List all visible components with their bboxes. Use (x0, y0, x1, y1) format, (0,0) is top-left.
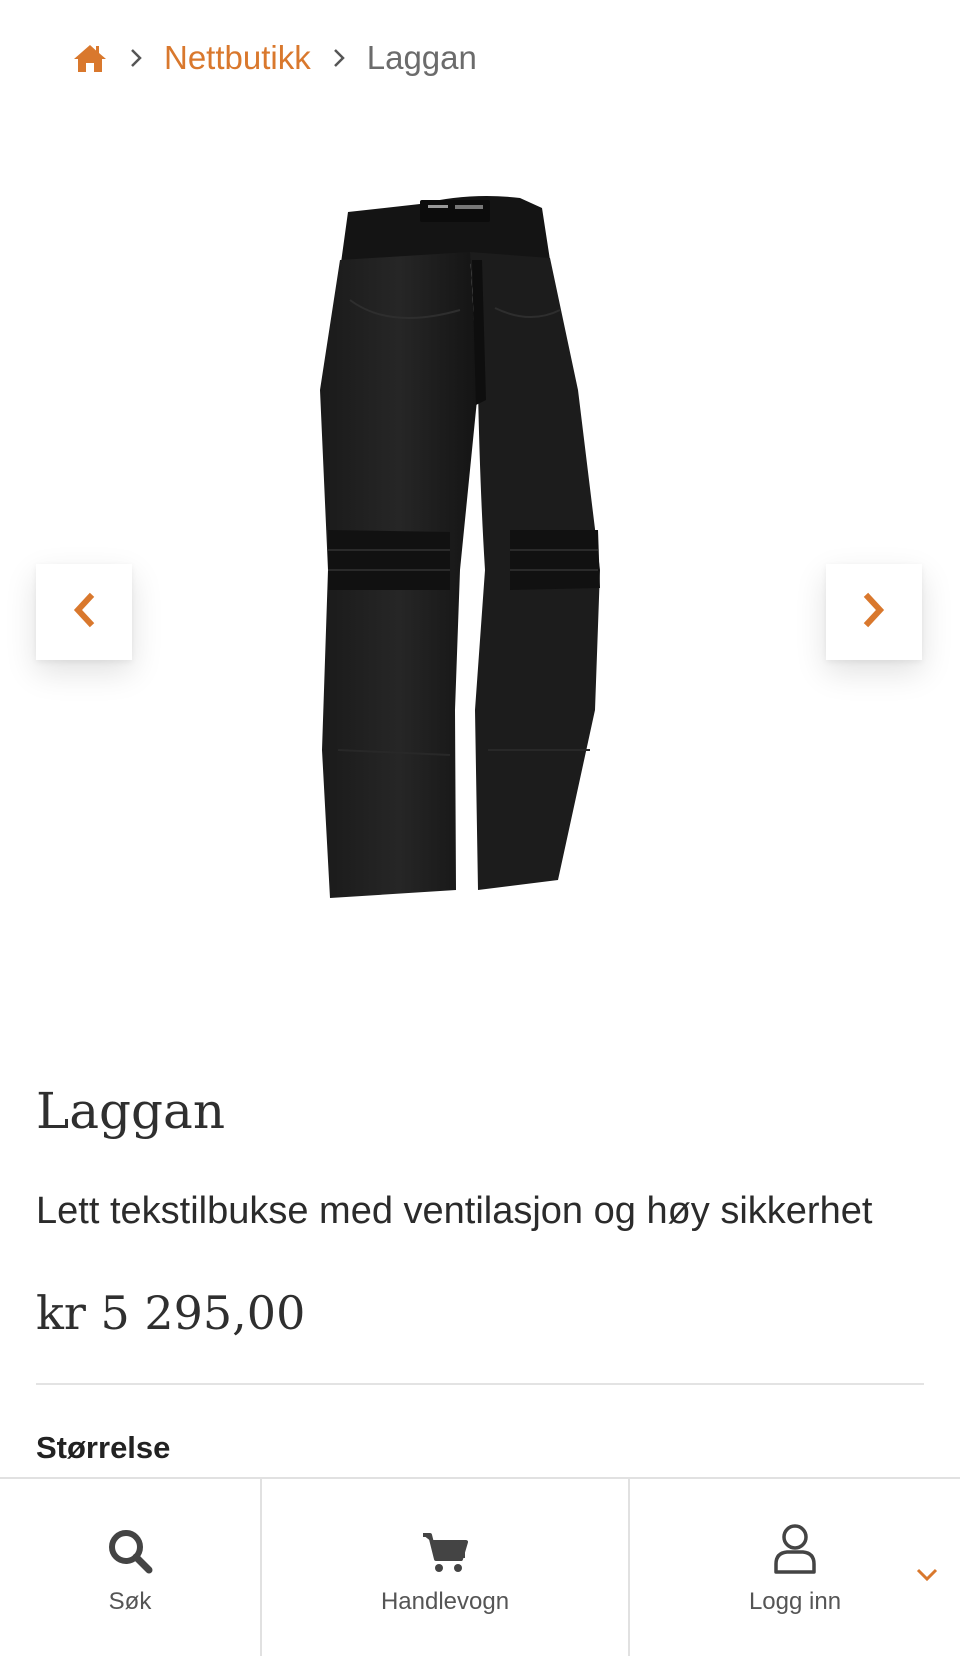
home-icon[interactable] (72, 40, 108, 76)
search-icon (107, 1520, 153, 1574)
gallery-next-button[interactable] (826, 564, 922, 660)
gallery-prev-button[interactable] (36, 564, 132, 660)
cart-label: Handlevogn (380, 1587, 510, 1615)
login-label: Logg inn (748, 1587, 842, 1615)
cart-icon (421, 1520, 469, 1574)
cart-button[interactable]: Handlevogn (262, 1479, 630, 1656)
breadcrumb-link-nettbutikk[interactable]: Nettbutikk (164, 39, 311, 77)
chevron-right-icon (862, 592, 886, 633)
product-description: Lett tekstilbukse med ventilasjon og høy… (36, 1190, 873, 1232)
user-icon (772, 1520, 818, 1574)
chevron-down-icon[interactable] (916, 1561, 938, 1589)
breadcrumb-current: Laggan (366, 39, 477, 76)
product-image[interactable] (310, 190, 650, 930)
search-button[interactable]: Søk (0, 1479, 262, 1656)
product-title: Laggan (36, 1082, 226, 1140)
chevron-left-icon (72, 592, 96, 633)
login-button[interactable]: Logg inn (630, 1479, 960, 1656)
bottom-navigation-bar: Søk Handlevogn Logg inn (0, 1477, 960, 1656)
chevron-right-icon (311, 47, 367, 69)
divider (36, 1383, 924, 1385)
breadcrumb: Nettbutikk Laggan (72, 30, 477, 86)
search-label: Søk (108, 1587, 152, 1615)
product-price: kr 5 295,00 (36, 1286, 306, 1340)
product-page: Nettbutikk Laggan Laggan Lett tekstilbuk… (0, 0, 960, 1656)
product-gallery (0, 160, 960, 1060)
size-label: Størrelse (36, 1430, 171, 1465)
chevron-right-icon (108, 47, 164, 69)
